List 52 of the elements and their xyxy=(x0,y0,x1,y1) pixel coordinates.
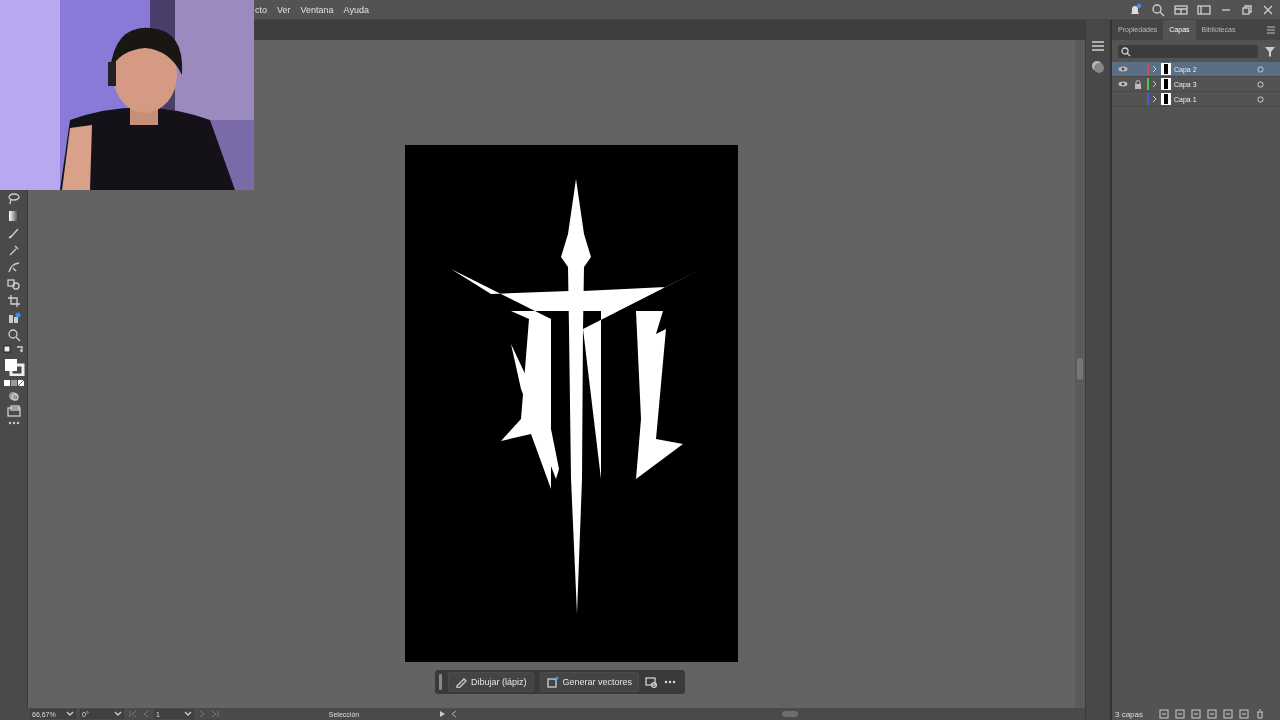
brush-icon[interactable] xyxy=(6,226,21,240)
filter-icon[interactable] xyxy=(1264,45,1276,58)
pencil-icon xyxy=(455,676,467,688)
search-field[interactable] xyxy=(1118,45,1258,58)
lock-icon[interactable] xyxy=(1134,79,1142,89)
screen-mode-icon[interactable] xyxy=(6,405,21,417)
gradient-icon[interactable] xyxy=(6,209,21,223)
scroll-left-icon[interactable] xyxy=(450,710,458,718)
draw-mode-icon[interactable] xyxy=(6,390,21,402)
trash-icon[interactable] xyxy=(1255,709,1266,719)
lasso-icon[interactable] xyxy=(6,192,21,206)
caret-icon xyxy=(184,711,192,717)
appearance-icon[interactable] xyxy=(1091,60,1105,74)
layer-thumbnail-icon xyxy=(1161,63,1171,75)
fill-stroke-icon[interactable] xyxy=(2,358,25,376)
caret-icon xyxy=(114,711,122,717)
scroll-thumb[interactable] xyxy=(782,711,798,717)
crop-icon[interactable] xyxy=(6,294,21,308)
scroll-thumb[interactable] xyxy=(1077,358,1083,380)
eye-icon[interactable] xyxy=(1118,81,1128,87)
close-icon[interactable] xyxy=(1262,3,1274,16)
layer-count: 3 capas xyxy=(1115,709,1144,719)
search-icon xyxy=(1121,46,1131,57)
image-trace-icon[interactable] xyxy=(645,676,658,688)
menu-icon[interactable] xyxy=(1091,40,1105,52)
swap-colors-icon[interactable] xyxy=(2,345,25,355)
restore-icon[interactable] xyxy=(1241,3,1253,16)
caret-icon xyxy=(66,711,74,717)
layer-thumbnail-icon xyxy=(1161,78,1171,90)
menu-item[interactable]: Ventana xyxy=(300,4,334,15)
more-icon[interactable] xyxy=(663,679,678,685)
zoom-icon[interactable] xyxy=(6,328,21,342)
panel-icon[interactable] xyxy=(1197,2,1211,17)
generate-button[interactable]: Generar vectores xyxy=(539,672,640,692)
shapes-icon[interactable] xyxy=(6,277,21,291)
chart-icon[interactable] xyxy=(6,311,21,325)
layer-thumbnail-icon xyxy=(1161,93,1171,105)
drag-handle[interactable] xyxy=(439,674,442,690)
color-mode-icon[interactable] xyxy=(2,379,25,387)
search-icon[interactable] xyxy=(1151,2,1165,17)
menu-item[interactable]: Ayuda xyxy=(343,4,369,15)
vertical-scrollbar[interactable] xyxy=(1075,40,1085,708)
play-icon[interactable] xyxy=(438,710,446,718)
workspace-icon[interactable] xyxy=(1174,2,1188,17)
draw-button[interactable]: Dibujar (lápiz) xyxy=(448,672,534,692)
bell-icon[interactable] xyxy=(1128,2,1142,17)
panel-menu-icon[interactable] xyxy=(1266,26,1276,34)
eye-icon[interactable] xyxy=(1118,66,1128,72)
more-icon[interactable] xyxy=(6,420,21,426)
sparkle-icon xyxy=(546,676,559,688)
menu-item[interactable]: Ver xyxy=(277,4,291,15)
menu-item[interactable]: cto xyxy=(255,4,267,15)
